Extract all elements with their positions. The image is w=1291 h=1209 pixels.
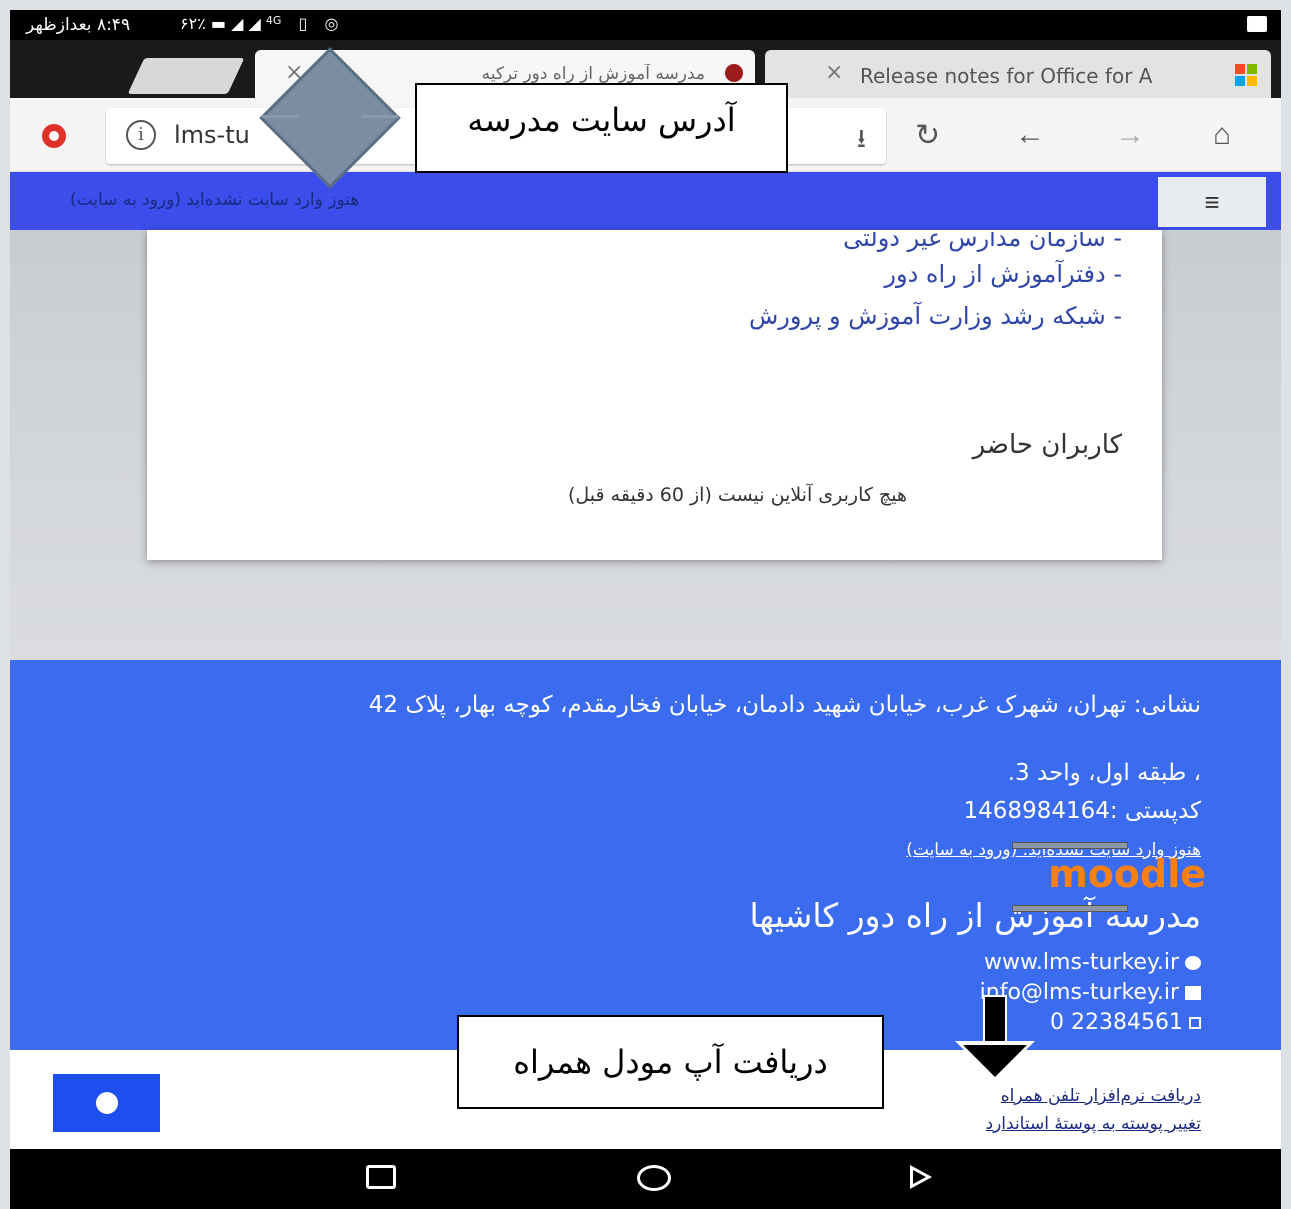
link-item[interactable]: - سازمان مدارس غیر دولتی — [749, 232, 1122, 256]
tab-title: Release notes for Office for A — [860, 64, 1153, 88]
download-icon[interactable]: ⭳ — [857, 120, 866, 164]
link-item[interactable]: - شبکه رشد وزارت آموزش و پرورش — [749, 292, 1122, 340]
status-time: ۸:۴۹ بعدازظهر — [26, 15, 131, 35]
scroll-to-top-button[interactable] — [53, 1074, 160, 1132]
chevron-up-icon — [95, 1092, 118, 1114]
online-users-heading: کاربران حاضر — [972, 430, 1122, 460]
android-nav-bar — [10, 1149, 1281, 1209]
marker-line — [1012, 842, 1128, 849]
website-row[interactable]: www.lms-turkey.ir — [984, 950, 1201, 975]
content-card: - سازمان مدارس غیر دولتی - دفترآموزش از … — [147, 230, 1162, 560]
phone-icon — [1189, 1017, 1201, 1029]
hotspot-icon: ◎ — [324, 14, 345, 33]
info-icon[interactable]: i — [126, 120, 156, 150]
home-button[interactable]: ⌂ — [1213, 118, 1231, 152]
phone-row[interactable]: 0 22384561 — [1050, 1010, 1201, 1035]
links-list: - سازمان مدارس غیر دولتی - دفترآموزش از … — [749, 220, 1122, 340]
tab-release-notes[interactable]: × Release notes for Office for A — [765, 50, 1271, 98]
close-tab-icon[interactable]: × — [825, 60, 843, 85]
globe-icon — [1185, 956, 1201, 970]
address-text: نشانی: تهران، شهرک غرب، خیابان شهید دادم… — [368, 692, 1201, 718]
floor-text: ، طبقه اول، واحد 3. — [1007, 760, 1201, 786]
marker-line — [262, 115, 298, 118]
url-annotation: آدرس سایت مدرسه — [415, 83, 788, 173]
login-status[interactable]: هنوز وارد سایت نشده‌اید (ورود به سایت) — [70, 190, 570, 210]
website-link[interactable]: www.lms-turkey.ir — [984, 950, 1179, 975]
screenshot-frame: ۸:۴۹ بعدازظهر ۶۲٪ ▬ ◢ ◢ 4G ▯ ◎ × مدرسه آ… — [0, 0, 1291, 1209]
link-item[interactable]: - دفترآموزش از راه دور — [749, 256, 1122, 292]
marker-line — [1012, 905, 1128, 912]
recent-apps-button[interactable] — [366, 1165, 396, 1189]
back-button[interactable]: ← — [1015, 118, 1045, 152]
online-users-text: هیچ کاربری آنلاین نیست (از 60 دقیقه قبل) — [568, 484, 907, 506]
phone-screen: ۸:۴۹ بعدازظهر ۶۲٪ ▬ ◢ ◢ 4G ▯ ◎ × مدرسه آ… — [10, 10, 1281, 1209]
back-nav-button[interactable] — [910, 1165, 932, 1189]
postal-code: کدپستی :1468984164 — [963, 798, 1201, 824]
status-bar: ۸:۴۹ بعدازظهر ۶۲٪ ▬ ◢ ◢ 4G ▯ ◎ — [10, 10, 1281, 40]
phone-number[interactable]: 0 22384561 — [1050, 1010, 1183, 1035]
new-tab-button[interactable] — [127, 58, 245, 94]
page-background: - سازمان مدارس غیر دولتی - دفترآموزش از … — [10, 230, 1281, 660]
vibrate-icon: ▯ — [298, 14, 314, 33]
home-nav-button[interactable] — [637, 1165, 671, 1191]
status-icons: ۶۲٪ ▬ ◢ ◢ 4G ▯ ◎ — [180, 14, 344, 33]
marker-line — [362, 115, 398, 118]
url-text[interactable]: lms-tu — [174, 121, 250, 149]
signal-icon: ◢ — [231, 14, 244, 33]
arrow-down-icon — [955, 995, 1035, 1095]
reload-button[interactable]: ↻ — [915, 118, 940, 153]
microsoft-icon — [1235, 64, 1257, 86]
school-name: مدرسه آموزش از راه دور کاشیها — [749, 896, 1201, 935]
forward-button[interactable]: → — [1115, 118, 1145, 152]
app-annotation: دریافت آپ مودل همراه — [457, 1015, 884, 1109]
theme-row: تغییر پوسته به پوستهٔ استاندارد — [986, 1114, 1201, 1134]
mail-icon — [1185, 986, 1201, 1000]
network-type: 4G — [265, 14, 288, 27]
favicon-icon — [725, 64, 743, 82]
adblock-icon[interactable] — [42, 124, 66, 148]
battery-icon: ▬ — [210, 14, 226, 33]
tab-title: مدرسه آموزش از راه دور ترکیه — [481, 64, 705, 84]
signal-icon-2: ◢ — [248, 14, 261, 33]
notification-icon — [1247, 16, 1267, 32]
web-page: هنوز وارد سایت نشده‌اید (ورود به سایت) ≡… — [10, 172, 1281, 1050]
hamburger-menu-button[interactable]: ≡ — [1158, 177, 1266, 227]
standard-theme-link[interactable]: تغییر پوسته به پوستهٔ استاندارد — [986, 1114, 1201, 1134]
site-footer: نشانی: تهران، شهرک غرب، خیابان شهید دادم… — [10, 660, 1281, 1050]
battery-percent: ۶۲٪ — [180, 14, 206, 33]
moodle-logo: moodle — [1048, 852, 1206, 896]
